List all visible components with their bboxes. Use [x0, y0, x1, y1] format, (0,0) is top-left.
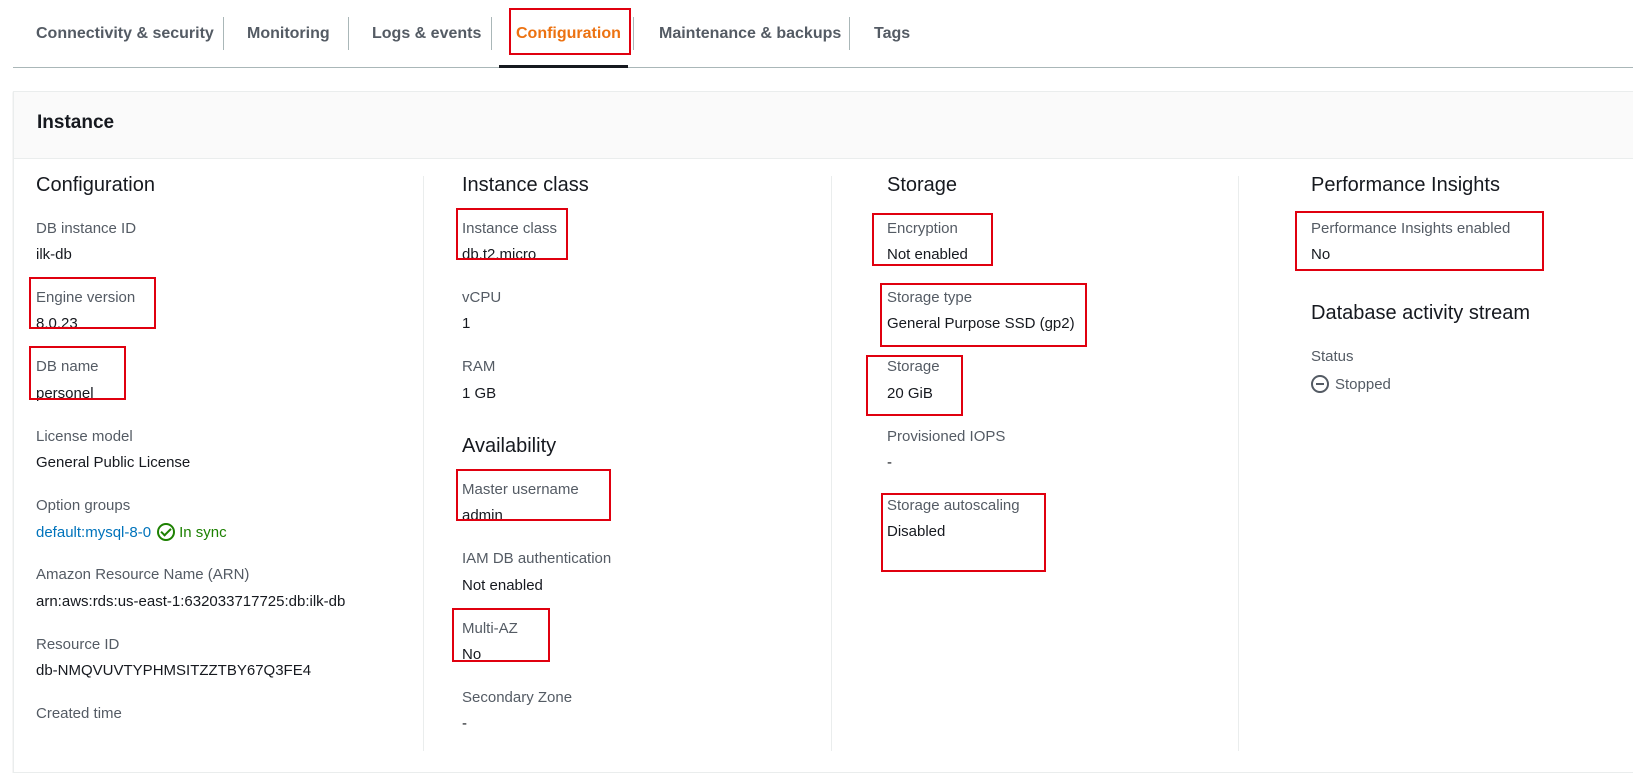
multi-az-value: No [462, 646, 482, 663]
option-groups-label: Option groups [36, 497, 131, 514]
license-model-value: General Public License [36, 454, 191, 471]
db-name-value: personel [36, 385, 94, 402]
tab-monitoring[interactable]: Monitoring [247, 0, 330, 67]
configuration-heading: Configuration [36, 174, 155, 196]
ram-label: RAM [462, 358, 496, 375]
iam-auth-label: IAM DB authentication [462, 550, 612, 567]
column-divider [1238, 176, 1239, 751]
arn-label: Amazon Resource Name (ARN) [36, 566, 250, 583]
column-divider [423, 176, 424, 751]
iam-auth-value: Not enabled [462, 577, 543, 594]
tab-bar: Connectivity & security Monitoring Logs … [13, 0, 1633, 68]
resource-id-label: Resource ID [36, 636, 120, 653]
ram-value: 1 GB [462, 385, 497, 402]
tab-divider [348, 17, 349, 50]
encryption-value: Not enabled [887, 246, 968, 263]
tab-connectivity-security[interactable]: Connectivity & security [36, 0, 214, 67]
vcpu-value: 1 [462, 315, 471, 332]
activity-stream-status-label: Status [1311, 348, 1354, 365]
option-groups-value: default:mysql-8-0 In sync [36, 523, 227, 541]
storage-value: 20 GiB [887, 385, 933, 402]
availability-heading: Availability [462, 435, 557, 457]
performance-insights-heading: Performance Insights [1311, 174, 1500, 196]
option-group-link[interactable]: default:mysql-8-0 [36, 524, 151, 541]
option-group-status: In sync [179, 524, 227, 541]
engine-version-label: Engine version [36, 289, 136, 306]
storage-heading: Storage [887, 174, 958, 196]
tab-divider [633, 17, 634, 50]
performance-insights-enabled-label: Performance Insights enabled [1311, 220, 1511, 237]
resource-id-value: db-NMQVUVTYPHMSITZZTBY67Q3FE4 [36, 662, 312, 679]
secondary-zone-value: - [462, 715, 467, 732]
tab-divider [223, 17, 224, 50]
vcpu-label: vCPU [462, 289, 502, 306]
master-username-value: admin [462, 507, 503, 524]
instance-class-heading: Instance class [462, 174, 589, 196]
db-instance-id-label: DB instance ID [36, 220, 137, 237]
storage-label: Storage [887, 358, 940, 375]
tab-maintenance-backups[interactable]: Maintenance & backups [659, 0, 841, 67]
arn-value: arn:aws:rds:us-east-1:632033717725:db:il… [36, 593, 346, 610]
card-title: Instance [37, 112, 115, 133]
secondary-zone-label: Secondary Zone [462, 689, 573, 706]
tab-divider [491, 17, 492, 50]
tab-divider [849, 17, 850, 50]
encryption-label: Encryption [887, 220, 958, 237]
multi-az-label: Multi-AZ [462, 620, 518, 637]
activity-stream-status-value: Stopped [1311, 375, 1391, 393]
engine-version-value: 8.0.23 [36, 315, 78, 332]
card-header: Instance [14, 92, 1633, 159]
provisioned-iops-value: - [887, 454, 892, 471]
storage-type-label: Storage type [887, 289, 973, 306]
instance-class-label: Instance class [462, 220, 558, 237]
storage-autoscaling-value: Disabled [887, 523, 946, 540]
tab-tags[interactable]: Tags [874, 0, 910, 67]
master-username-label: Master username [462, 481, 579, 498]
performance-insights-enabled-value: No [1311, 246, 1331, 263]
db-name-label: DB name [36, 358, 99, 375]
status-text: Stopped [1335, 376, 1391, 393]
check-circle-icon [157, 523, 176, 541]
provisioned-iops-label: Provisioned IOPS [887, 428, 1006, 445]
tab-configuration[interactable]: Configuration [499, 0, 628, 68]
tab-logs-events[interactable]: Logs & events [372, 0, 481, 67]
column-divider [831, 176, 832, 751]
storage-type-value: General Purpose SSD (gp2) [887, 315, 1075, 332]
instance-class-value: db.t2.micro [462, 246, 537, 263]
storage-autoscaling-label: Storage autoscaling [887, 497, 1020, 514]
license-model-label: License model [36, 428, 133, 445]
created-time-label: Created time [36, 705, 122, 722]
activity-stream-heading: Database activity stream [1311, 302, 1530, 324]
db-instance-id-value: ilk-db [36, 246, 72, 263]
stopped-icon [1311, 375, 1329, 393]
